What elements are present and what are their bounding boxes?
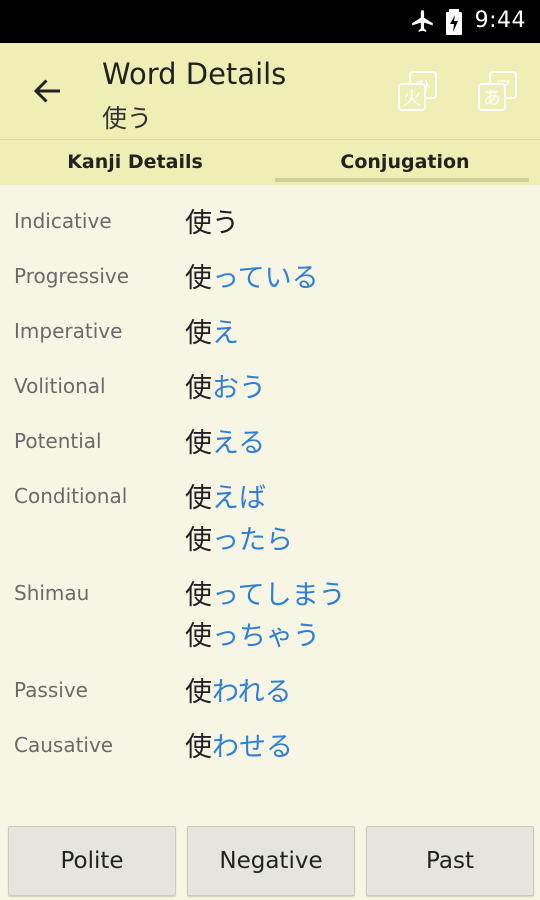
form-stem: 使 — [185, 621, 212, 652]
form-ending: っちゃう — [212, 621, 320, 652]
form-imperative: 使え — [185, 311, 239, 350]
page-subtitle: 使う — [102, 104, 153, 133]
label-shimau: Shimau — [14, 581, 90, 605]
form-indicative: 使う — [185, 201, 239, 240]
negative-button[interactable]: Negative — [187, 826, 355, 896]
form-conditional-2: 使ったら — [185, 518, 293, 557]
form-stem: 使 — [185, 580, 212, 611]
polite-button[interactable]: Polite — [8, 826, 176, 896]
label-imperative: Imperative — [14, 319, 123, 343]
kanji-lookup-icon[interactable]: ひ 火 — [396, 70, 440, 114]
form-volitional: 使おう — [185, 366, 266, 405]
form-ending: え — [212, 318, 239, 349]
form-passive: 使われる — [185, 670, 292, 709]
back-arrow-icon[interactable] — [30, 73, 66, 109]
label-conditional: Conditional — [14, 484, 128, 508]
form-stem: 使 — [185, 483, 212, 514]
kana-lookup-icon[interactable]: ア あ — [476, 70, 520, 114]
label-progressive: Progressive — [14, 264, 130, 288]
status-time: 9:44 — [474, 8, 526, 33]
form-stem: 使 — [185, 428, 212, 459]
form-ending: える — [212, 428, 266, 459]
form-ending: おう — [212, 373, 266, 404]
label-potential: Potential — [14, 429, 102, 453]
form-stem: 使 — [185, 373, 212, 404]
label-causative: Causative — [14, 733, 114, 757]
form-stem: 使 — [185, 525, 212, 556]
form-stem: 使 — [185, 732, 212, 763]
form-ending: ったら — [212, 525, 293, 556]
page-title: Word Details — [102, 57, 287, 91]
form-stem: 使 — [185, 263, 212, 294]
form-stem: 使 — [185, 677, 212, 708]
status-bar: 9:44 — [0, 0, 540, 43]
tab-kanji-details[interactable]: Kanji Details — [0, 140, 270, 185]
form-stem: 使う — [185, 208, 239, 239]
form-shimau-2: 使っちゃう — [185, 614, 320, 653]
battery-charging-icon — [446, 9, 462, 39]
form-conditional-1: 使えば — [185, 476, 266, 515]
form-shimau-1: 使ってしまう — [185, 573, 346, 612]
form-ending: えば — [212, 483, 266, 514]
app-bar: Word Details 使う ひ 火 ア あ — [0, 43, 540, 139]
form-ending: っている — [212, 263, 319, 294]
form-potential: 使える — [185, 421, 265, 460]
form-causative: 使わせる — [185, 725, 293, 764]
form-ending: ってしまう — [212, 580, 346, 611]
label-volitional: Volitional — [14, 374, 106, 398]
form-ending: われる — [212, 677, 292, 708]
label-indicative: Indicative — [14, 209, 112, 233]
past-button[interactable]: Past — [366, 826, 534, 896]
kana-lookup-icon-char: あ — [483, 88, 501, 109]
form-progressive: 使っている — [185, 256, 319, 295]
airplane-mode-icon — [410, 8, 436, 38]
form-stem: 使 — [185, 318, 212, 349]
label-passive: Passive — [14, 678, 88, 702]
active-tab-indicator — [275, 178, 529, 182]
form-ending: わせる — [212, 732, 293, 763]
kanji-lookup-icon-char: 火 — [403, 88, 421, 109]
